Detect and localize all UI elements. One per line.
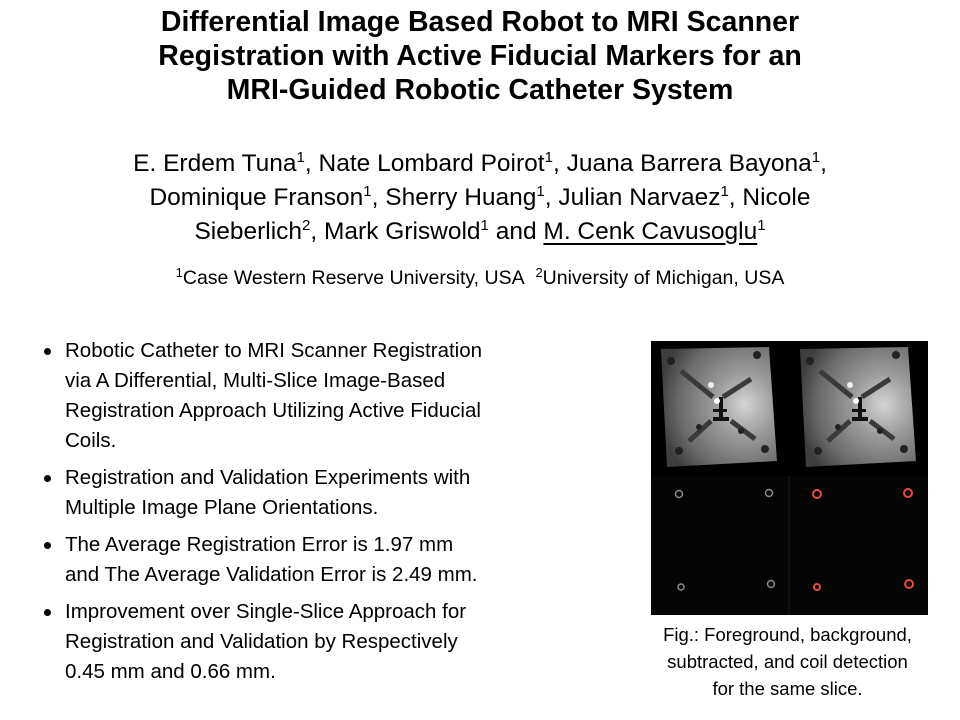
- author-name: Julian Narvaez: [558, 184, 721, 211]
- author-name: Sieberlich: [194, 218, 303, 245]
- affiliation-mark: 1: [720, 183, 729, 200]
- bullet-line: and The Average Validation Error is 2.49…: [65, 563, 478, 586]
- bullet-dot-icon: [44, 609, 51, 616]
- separator: ,: [371, 184, 379, 211]
- bullet-line: Registration and Validation Experiments …: [65, 466, 471, 489]
- affiliations: 1Case Western Reserve University, USA 2U…: [0, 264, 960, 292]
- paper-title: Differential Image Based Robot to MRI Sc…: [0, 5, 960, 107]
- separator: ,: [552, 150, 560, 177]
- affiliation-number: 2: [535, 265, 543, 280]
- affiliation-number: 1: [175, 265, 183, 280]
- separator: ,: [304, 150, 312, 177]
- bullet-item: Robotic Catheter to MRI Scanner Registra…: [40, 336, 630, 456]
- affiliation-name: University of Michigan, USA: [542, 267, 785, 289]
- affiliation-name: Case Western Reserve University, USA: [182, 267, 525, 289]
- author-name: E. Erdem Tuna: [133, 150, 297, 177]
- affiliation-mark: 1: [480, 217, 489, 234]
- bullet-dot-icon: [44, 348, 51, 355]
- highlights-list: Robotic Catheter to MRI Scanner Registra…: [40, 336, 630, 694]
- author-line: E. Erdem Tuna1, Nate Lombard Poirot1, Ju…: [0, 147, 960, 181]
- author-name: Sherry Huang: [385, 184, 537, 211]
- author-name: Nicole: [742, 184, 811, 211]
- bullet-line: Improvement over Single-Slice Approach f…: [65, 600, 467, 623]
- affiliation-mark: 1: [544, 149, 553, 166]
- author-list: E. Erdem Tuna1, Nate Lombard Poirot1, Ju…: [0, 147, 960, 249]
- author-name: Juana Barrera Bayona: [566, 150, 812, 177]
- bullet-line: Multiple Image Plane Orientations.: [65, 496, 379, 519]
- bullet-line: via A Differential, Multi-Slice Image-Ba…: [65, 369, 446, 392]
- bullet-line: Coils.: [65, 429, 117, 452]
- separator: ,: [728, 184, 736, 211]
- separator: ,: [820, 150, 827, 177]
- bullet-line: Registration Approach Utilizing Active F…: [65, 399, 481, 422]
- bullet-dot-icon: [44, 475, 51, 482]
- affiliation-mark: 1: [296, 149, 305, 166]
- bullet-item: Improvement over Single-Slice Approach f…: [40, 597, 630, 687]
- bullet-line: The Average Registration Error is 1.97 m…: [65, 533, 454, 556]
- corresponding-author-name: M. Cenk Cavusoglu: [543, 218, 758, 245]
- title-line: MRI-Guided Robotic Catheter System: [226, 74, 734, 106]
- caption-line: subtracted, and coil detection: [667, 651, 908, 672]
- bullet-line: Registration and Validation by Respectiv…: [65, 630, 458, 653]
- bullet-line: 0.45 mm and 0.66 mm.: [65, 660, 276, 683]
- and-word: and: [495, 218, 537, 245]
- affiliation-mark: 1: [536, 183, 545, 200]
- author-name: Mark Griswold: [324, 218, 481, 245]
- author-name: Nate Lombard Poirot: [318, 150, 545, 177]
- mri-figure: [651, 341, 928, 615]
- separator: ,: [544, 184, 552, 211]
- author-line: Dominique Franson1, Sherry Huang1, Julia…: [0, 181, 960, 215]
- affiliation-mark: 1: [811, 149, 821, 166]
- bullet-item: Registration and Validation Experiments …: [40, 463, 630, 523]
- separator: ,: [310, 218, 318, 245]
- bullet-dot-icon: [44, 542, 51, 549]
- author-name: Dominique Franson: [149, 184, 364, 211]
- caption-line: for the same slice.: [712, 678, 863, 699]
- figure-caption: Fig.: Foreground, background, subtracted…: [615, 621, 960, 702]
- affiliation-mark: 1: [757, 217, 766, 234]
- bullet-line: Robotic Catheter to MRI Scanner Registra…: [65, 339, 483, 362]
- author-line: Sieberlich2, Mark Griswold1 and M. Cenk …: [0, 215, 960, 249]
- mri-slices-image: [651, 341, 928, 615]
- bullet-item: The Average Registration Error is 1.97 m…: [40, 530, 630, 590]
- title-line: Differential Image Based Robot to MRI Sc…: [160, 6, 800, 38]
- affiliation-mark: 1: [363, 183, 372, 200]
- caption-line: Fig.: Foreground, background,: [663, 624, 912, 645]
- title-line: Registration with Active Fiducial Marker…: [158, 40, 802, 72]
